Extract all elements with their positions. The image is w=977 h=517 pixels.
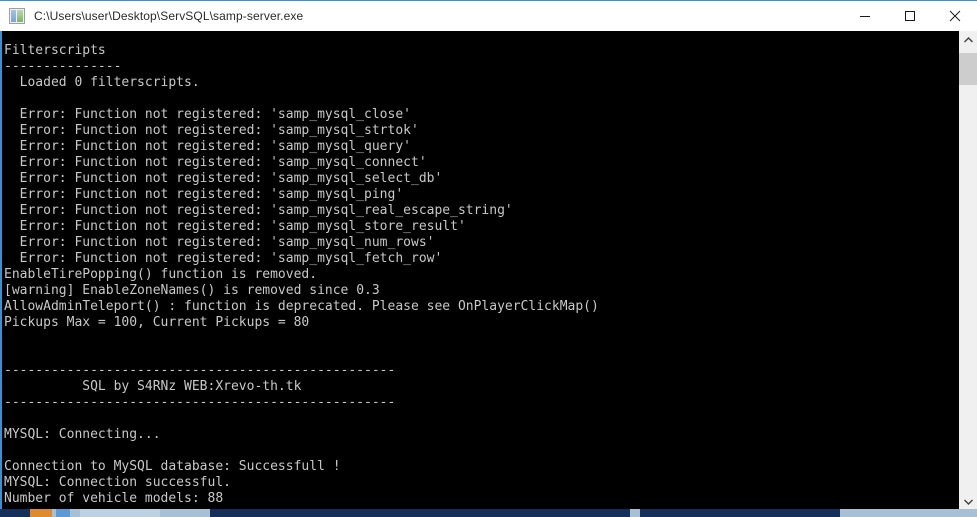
taskbar-segment (30, 509, 52, 517)
taskbar-segment (210, 509, 630, 517)
taskbar-segment (640, 509, 840, 517)
taskbar-segment (80, 509, 160, 517)
title-bar[interactable]: C:\Users\user\Desktop\ServSQL\samp-serve… (0, 0, 977, 31)
close-button[interactable] (932, 1, 977, 31)
console-output-text: Filterscripts --------------- Loaded 0 f… (4, 43, 599, 506)
maximize-button[interactable] (887, 1, 932, 31)
scroll-up-arrow-icon[interactable] (959, 31, 977, 49)
title-bar-left: C:\Users\user\Desktop\ServSQL\samp-serve… (9, 1, 303, 31)
vertical-scrollbar[interactable] (959, 31, 977, 517)
window-title: C:\Users\user\Desktop\ServSQL\samp-serve… (34, 9, 304, 23)
taskbar-segment (56, 509, 70, 517)
desktop-taskbar-sliver (0, 509, 977, 517)
console-window: C:\Users\user\Desktop\ServSQL\samp-serve… (0, 0, 977, 517)
console-app-icon (9, 8, 25, 24)
scrollbar-thumb[interactable] (959, 53, 977, 85)
console-output-area[interactable]: Filterscripts --------------- Loaded 0 f… (0, 31, 977, 517)
taskbar-segment (0, 509, 30, 517)
window-controls (842, 1, 977, 31)
minimize-button[interactable] (842, 1, 887, 31)
